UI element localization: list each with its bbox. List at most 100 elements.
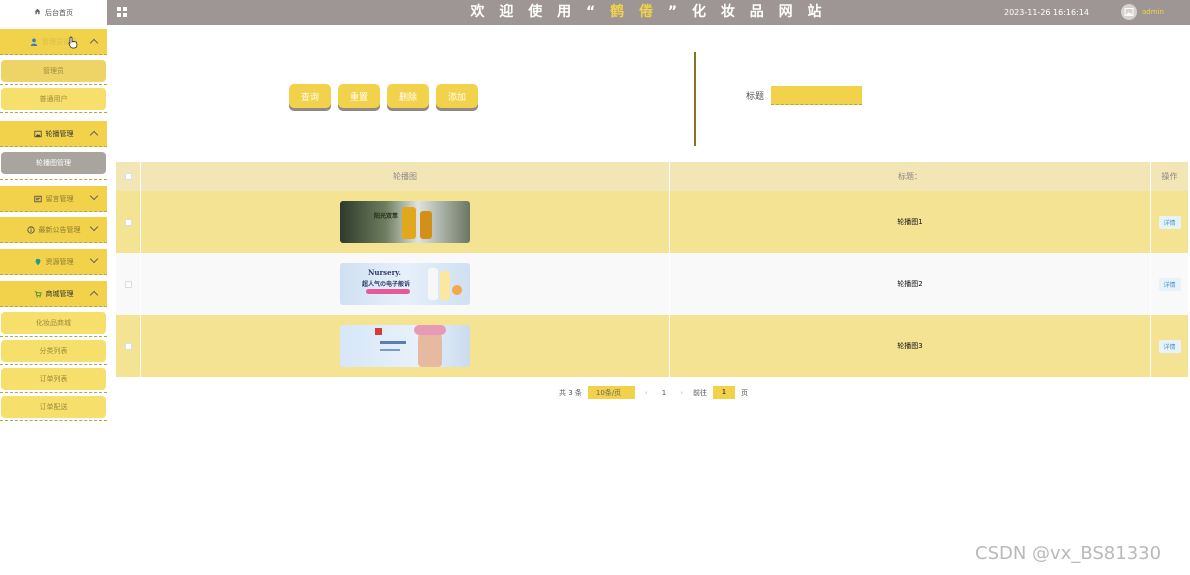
location-icon <box>34 258 42 266</box>
row-checkbox[interactable] <box>124 218 132 226</box>
row-checkbox-cell <box>116 191 141 253</box>
select-all-checkbox[interactable] <box>124 173 132 180</box>
sidebar-group-admin[interactable]: 管理员管理 <box>0 29 107 55</box>
table-row: 阳光双萃 轮播图1 详情 <box>116 191 1189 253</box>
sidebar-subitem-wrap: 分类列表 <box>0 337 107 365</box>
row-checkbox[interactable] <box>124 342 132 350</box>
header-checkbox-cell <box>116 162 141 191</box>
product-bottle <box>420 211 432 239</box>
delete-button[interactable]: 删除 <box>387 84 429 108</box>
sidebar-home-label: 后台首页 <box>45 8 73 17</box>
hand-cursor-icon <box>68 36 78 49</box>
title-cell: 轮播图1 <box>670 191 1151 253</box>
table-row: Nursery. 超人气の电子般诉 轮播图2 详情 <box>116 253 1189 315</box>
sidebar: 后台首页 管理员管理 管理员 普通用户 轮播管理 轮播图管理 留言管理 最新公告… <box>0 0 107 575</box>
site-title-prefix: 欢 迎 使 用 “ <box>470 4 601 20</box>
user-icon <box>30 38 38 46</box>
detail-button[interactable]: 详情 <box>1158 277 1181 291</box>
sidebar-item-users[interactable]: 普通用户 <box>1 88 106 110</box>
sidebar-group-label: 商城管理 <box>45 289 74 298</box>
sidebar-item-admin[interactable]: 管理员 <box>1 60 106 82</box>
product-bottle <box>440 271 450 300</box>
cart-icon <box>34 290 42 298</box>
sidebar-group-mall[interactable]: 商城管理 <box>0 281 107 307</box>
total-count: 共 3 条 <box>559 388 582 397</box>
sidebar-item-order-list[interactable]: 订单列表 <box>1 368 106 390</box>
image-cell <box>141 315 670 377</box>
chevron-down-icon <box>89 254 99 264</box>
page-number[interactable]: 1 <box>658 389 670 397</box>
sidebar-group-label: 最新公告管理 <box>38 225 81 234</box>
info-icon <box>26 225 35 234</box>
sidebar-subitem-wrap: 订单列表 <box>0 365 107 393</box>
goto-prefix: 前往 <box>693 388 707 397</box>
avatar[interactable] <box>1121 4 1137 20</box>
product-bottle <box>428 268 438 300</box>
sidebar-group-label: 资源管理 <box>45 257 74 266</box>
datetime: 2023-11-26 16:16:14 <box>1004 8 1089 17</box>
row-checkbox-cell <box>116 315 141 377</box>
prev-page-icon[interactable]: ‹ <box>641 389 652 397</box>
actions-cell: 详情 <box>1151 315 1189 377</box>
sidebar-group-label: 留言管理 <box>45 194 74 203</box>
image-icon <box>1124 8 1134 16</box>
product-bottle <box>402 207 416 239</box>
sidebar-subitem-wrap: 普通用户 <box>0 85 107 113</box>
table-header: 轮播图 标题： 操作 <box>116 162 1189 191</box>
username[interactable]: admin <box>1142 0 1164 25</box>
banner-text-line <box>380 341 406 344</box>
chevron-down-icon <box>89 191 99 201</box>
detail-button[interactable]: 详情 <box>1158 215 1181 229</box>
brand-logo <box>375 328 382 335</box>
orange-slice <box>452 285 462 295</box>
sidebar-home[interactable]: 后台首页 <box>0 0 107 25</box>
reset-button[interactable]: 重置 <box>338 84 380 108</box>
site-title-brand: 鹤 倦 <box>600 4 668 20</box>
carousel-image <box>340 325 470 367</box>
sidebar-item-category-list[interactable]: 分类列表 <box>1 340 106 362</box>
sidebar-subitem-wrap: 订单配送 <box>0 393 107 421</box>
chevron-down-icon <box>89 222 99 232</box>
goto-suffix: 页 <box>741 388 748 397</box>
toolbar: 查询 重置 删除 添加 <box>289 84 478 108</box>
row-checkbox-cell <box>116 253 141 315</box>
banner-pill <box>366 289 410 294</box>
banner-text: 超人气の电子般诉 <box>362 281 411 288</box>
sidebar-group-carousel[interactable]: 轮播管理 <box>0 121 107 147</box>
sidebar-group-label: 轮播管理 <box>45 129 74 138</box>
sidebar-subitem-wrap: 管理员 <box>0 57 107 85</box>
watermark: CSDN @vx_BS81330 <box>975 543 1162 564</box>
row-checkbox[interactable] <box>124 280 132 288</box>
add-button[interactable]: 添加 <box>436 84 478 108</box>
sidebar-item-order-delivery[interactable]: 订单配送 <box>1 396 106 418</box>
message-icon <box>33 195 42 203</box>
sidebar-group-resources[interactable]: 资源管理 <box>0 249 107 275</box>
next-page-icon[interactable]: › <box>676 389 687 397</box>
site-title-suffix: ” 化 妆 品 网 站 <box>667 4 827 20</box>
sidebar-group-messages[interactable]: 留言管理 <box>0 186 107 212</box>
page-size-select[interactable]: 10条/页 <box>587 386 635 399</box>
carousel-image: 阳光双萃 <box>340 201 470 243</box>
banner-text-line <box>380 349 400 351</box>
sidebar-group-notices[interactable]: 最新公告管理 <box>0 217 107 243</box>
carousel-table: 轮播图 标题： 操作 阳光双萃 轮播图1 详情 Nursery. 超人气の电子般 <box>116 162 1189 377</box>
sidebar-item-carousel-manage[interactable]: 轮播图管理 <box>1 152 106 174</box>
banner-text: 阳光双萃 <box>374 213 399 220</box>
image-icon <box>33 130 42 138</box>
banner-text: Nursery. <box>368 268 401 277</box>
sidebar-item-cosmetics-mall[interactable]: 化妆品商城 <box>1 312 106 334</box>
carousel-image: Nursery. 超人气の电子般诉 <box>340 263 470 305</box>
search-label: 标题 <box>746 92 765 102</box>
actions-cell: 详情 <box>1151 191 1189 253</box>
title-search-input[interactable] <box>771 86 862 105</box>
top-bar: 欢 迎 使 用 “ 鹤 倦 ” 化 妆 品 网 站 2023-11-26 16:… <box>107 0 1190 25</box>
divider <box>694 52 696 146</box>
query-button[interactable]: 查询 <box>289 84 331 108</box>
actions-cell: 详情 <box>1151 253 1189 315</box>
chevron-up-icon <box>89 130 99 140</box>
sidebar-subitem-wrap: 化妆品商城 <box>0 309 107 337</box>
title-cell: 轮播图2 <box>670 253 1151 315</box>
chevron-up-icon <box>89 290 99 300</box>
detail-button[interactable]: 详情 <box>1158 339 1181 353</box>
goto-page-input[interactable] <box>713 386 735 399</box>
